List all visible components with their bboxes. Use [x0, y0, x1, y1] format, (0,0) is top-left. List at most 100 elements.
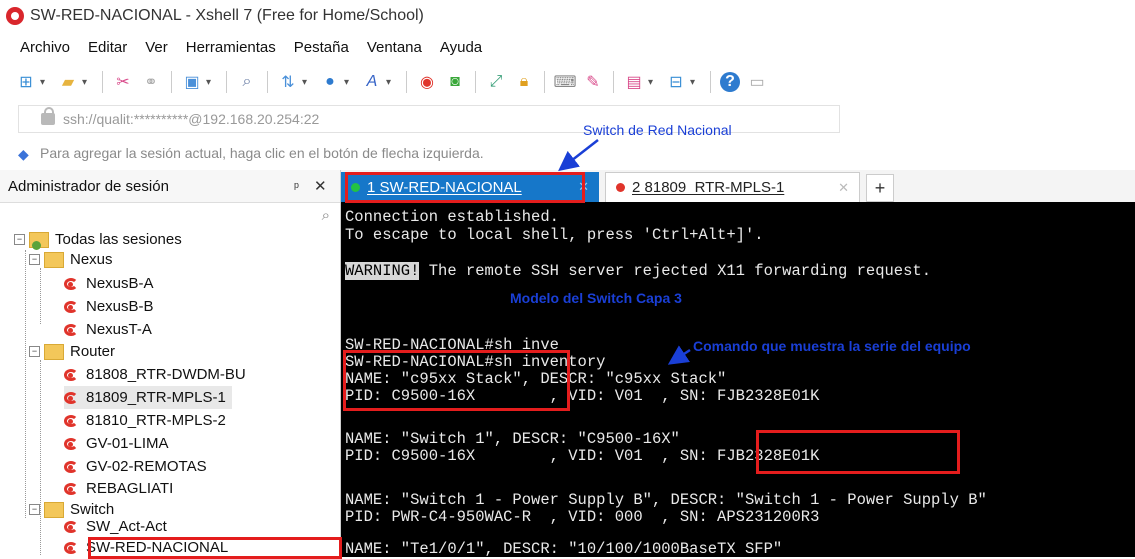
group-label: Nexus — [70, 251, 113, 268]
chevron-down-icon[interactable]: ▾ — [690, 77, 700, 88]
disconnect-icon[interactable]: ✂ — [112, 71, 134, 93]
highlight-box-serial — [756, 430, 960, 474]
session-item[interactable]: NexusB-B — [64, 295, 154, 318]
add-tab-button[interactable]: + — [866, 174, 894, 202]
toolbar-separator — [171, 71, 172, 93]
tab-81809-rtr-mpls-1[interactable]: 2 81809_RTR-MPLS-1 ✕ — [605, 172, 860, 202]
close-tab-icon[interactable]: ✕ — [838, 180, 849, 196]
chat-icon[interactable]: ▭ — [746, 71, 768, 93]
folder-icon — [44, 251, 64, 268]
session-label: 81808_RTR-DWDM-BU — [86, 366, 246, 383]
session-label: NexusB-B — [86, 298, 154, 315]
collapse-icon[interactable]: − — [29, 254, 40, 265]
terminal-line: PID: PWR-C4-950WAC-R , VID: 000 , SN: AP… — [345, 508, 820, 526]
tree-group-router[interactable]: − Router — [29, 340, 115, 363]
session-label: NexusT-A — [86, 321, 152, 338]
close-icon[interactable]: ✕ — [314, 177, 340, 195]
session-item[interactable]: NexusB-A — [64, 272, 154, 295]
lock-icon[interactable]: 🔒︎ — [513, 71, 535, 93]
reconnect-icon[interactable]: ⚭ — [140, 71, 162, 93]
annotation-switch-label: Switch de Red Nacional — [583, 122, 732, 138]
collapse-icon[interactable]: − — [29, 504, 40, 515]
chevron-down-icon[interactable]: ▾ — [82, 77, 92, 88]
terminal-line: NAME: "Te1/0/1", DESCR: "10/100/1000Base… — [345, 540, 783, 557]
session-label: GV-02-REMOTAS — [86, 458, 207, 475]
session-item[interactable]: NexusT-A — [64, 318, 152, 341]
xftp-icon[interactable]: ◙ — [444, 71, 466, 93]
toolbar-separator — [710, 71, 711, 93]
chevron-down-icon[interactable]: ▾ — [206, 77, 216, 88]
properties-icon[interactable]: ▣ — [181, 71, 203, 93]
terminal-line: NAME: "Switch 1 - Power Supply B", DESCR… — [345, 491, 987, 509]
warning-text: The remote SSH server rejected X11 forwa… — [419, 262, 932, 280]
keyboard-icon[interactable]: ⌨ — [553, 71, 576, 93]
warning-tag: WARNING! — [345, 262, 420, 280]
session-icon — [64, 299, 80, 315]
tree-line — [40, 268, 41, 324]
help-icon[interactable]: ? — [720, 72, 740, 92]
terminal-line: NAME: "Switch 1", DESCR: "C9500-16X" — [345, 430, 680, 448]
session-item[interactable]: SW_Act-Act — [64, 515, 167, 538]
window-title: SW-RED-NACIONAL - Xshell 7 (Free for Hom… — [30, 7, 424, 24]
session-label: NexusB-A — [86, 275, 154, 292]
search-icon[interactable]: ⌕ — [236, 71, 258, 93]
session-icon — [64, 390, 80, 406]
chevron-down-icon[interactable]: ▾ — [386, 77, 396, 88]
xshell-logo-icon — [6, 7, 24, 25]
menu-pestana[interactable]: Pestaña — [285, 39, 358, 56]
session-manager-header: Administrador de sesión ᵖ ✕ — [0, 170, 340, 203]
pin-icon[interactable]: ᵖ — [294, 179, 314, 194]
hint-text: Para agregar la sesión actual, haga clic… — [40, 145, 484, 161]
address-value: ssh://qualit:**********@192.168.20.254:2… — [63, 111, 320, 127]
session-item[interactable]: 81810_RTR-MPLS-2 — [64, 409, 226, 432]
menu-ventana[interactable]: Ventana — [358, 39, 431, 56]
tree-line — [25, 250, 26, 518]
collapse-icon[interactable]: − — [29, 346, 40, 357]
hint-bar: ◆ Para agregar la sesión actual, haga cl… — [0, 136, 1135, 171]
fullscreen-icon[interactable]: ⤢ — [485, 71, 507, 93]
address-bar: ssh://qualit:**********@192.168.20.254:2… — [0, 102, 1135, 137]
collapse-icon[interactable]: − — [14, 234, 25, 245]
session-item[interactable]: GV-02-REMOTAS — [64, 455, 207, 478]
tree-group-nexus[interactable]: − Nexus — [29, 248, 113, 271]
toolbar: ⊞ ▾ ▰ ▾ ✂ ⚭ ▣ ▾ ⌕ ⇅ ▾ ● ▾ A ▾ ◉ ◙ ⤢ 🔒︎ ⌨ ✎ ▤ ▾ … — [0, 62, 1135, 103]
session-icon — [64, 413, 80, 429]
terminal-line: PID: C9500-16X , VID: V01 , SN: FJB2328E… — [345, 447, 820, 465]
session-item[interactable]: REBAGLIATI — [64, 477, 173, 500]
toolbar-separator — [102, 71, 103, 93]
session-label: SW_Act-Act — [86, 518, 167, 535]
search-icon[interactable]: ⌕ — [0, 203, 340, 227]
session-item-selected[interactable]: 81809_RTR-MPLS-1 — [64, 386, 232, 409]
session-manager-panel: Administrador de sesión ᵖ ✕ ⌕ − Todas la… — [0, 170, 341, 557]
toolbar-separator — [544, 71, 545, 93]
open-folder-icon[interactable]: ▰ — [57, 71, 79, 93]
session-item[interactable]: GV-01-LIMA — [64, 432, 169, 455]
menu-bar: Archivo Editar Ver Herramientas Pestaña … — [0, 32, 1135, 62]
menu-ayuda[interactable]: Ayuda — [431, 39, 491, 56]
terminal-line: Connection established. — [345, 208, 559, 226]
title-bar: SW-RED-NACIONAL - Xshell 7 (Free for Hom… — [0, 0, 1135, 32]
session-item[interactable]: 81808_RTR-DWDM-BU — [64, 363, 246, 386]
add-session-arrow-icon[interactable]: ◆ — [18, 146, 34, 162]
script-icon[interactable]: ▤ — [623, 71, 645, 93]
new-session-icon[interactable]: ⊞ — [15, 71, 37, 93]
menu-archivo[interactable]: Archivo — [0, 39, 79, 56]
highlight-icon[interactable]: ✎ — [582, 71, 604, 93]
layout-icon[interactable]: ⊟ — [665, 71, 687, 93]
session-label: GV-01-LIMA — [86, 435, 169, 452]
session-icon — [64, 436, 80, 452]
chevron-down-icon[interactable]: ▾ — [648, 77, 658, 88]
menu-editar[interactable]: Editar — [79, 39, 136, 56]
transfer-icon[interactable]: ⇅ — [277, 71, 299, 93]
menu-ver[interactable]: Ver — [136, 39, 177, 56]
highlight-box-session — [88, 537, 342, 559]
globe-icon[interactable]: ● — [319, 71, 341, 93]
menu-herramientas[interactable]: Herramientas — [177, 39, 285, 56]
font-icon[interactable]: A — [361, 71, 383, 93]
chevron-down-icon[interactable]: ▾ — [302, 77, 312, 88]
tab-label: 2 81809_RTR-MPLS-1 — [632, 179, 785, 196]
session-icon — [64, 322, 80, 338]
chevron-down-icon[interactable]: ▾ — [40, 77, 50, 88]
xshell-icon[interactable]: ◉ — [416, 71, 438, 93]
chevron-down-icon[interactable]: ▾ — [344, 77, 354, 88]
